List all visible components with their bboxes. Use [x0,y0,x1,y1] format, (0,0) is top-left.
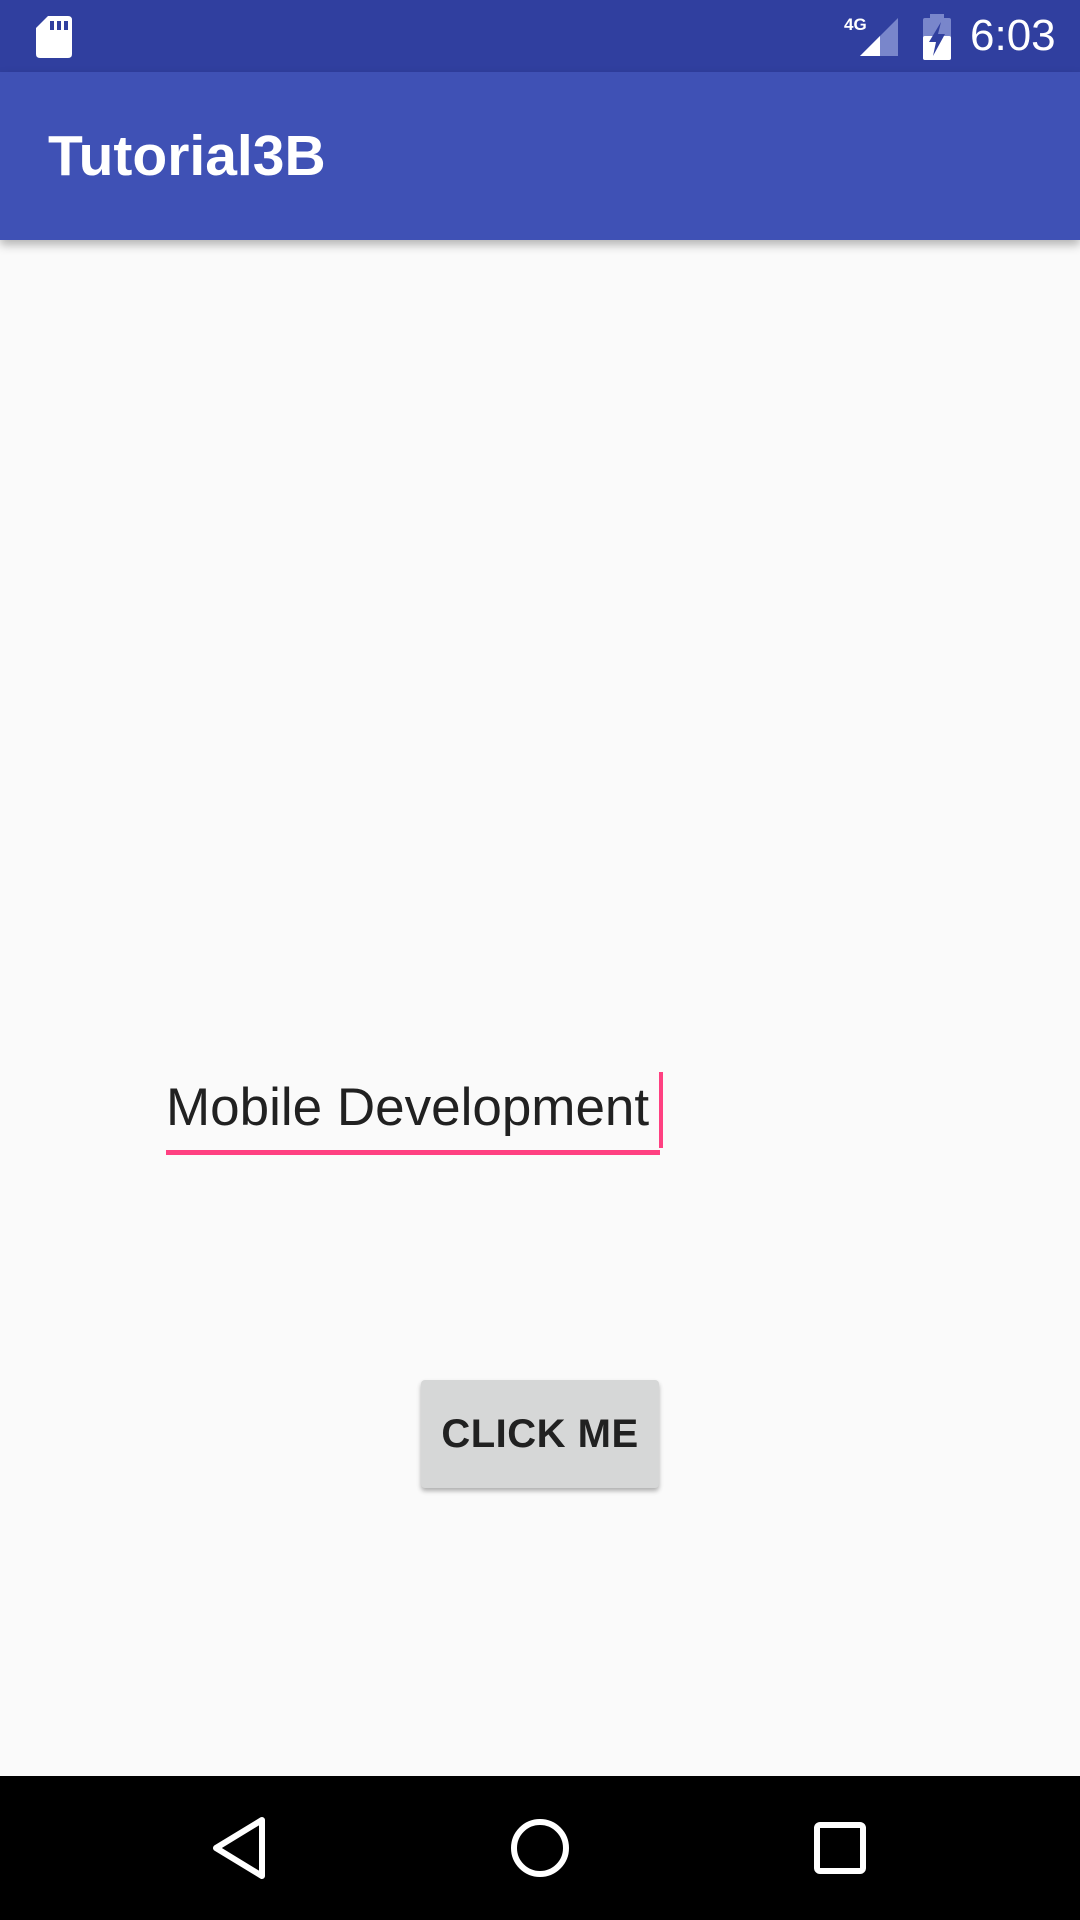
sd-card-icon [36,16,72,58]
status-bar: 4G 6:03 [0,0,1080,72]
input-underline [166,1150,660,1155]
status-clock: 6:03 [970,11,1056,60]
click-me-button[interactable]: CLICK ME [421,1380,659,1488]
text-cursor [659,1072,663,1148]
home-icon[interactable] [502,1810,578,1886]
text-input-field[interactable]: Mobile Development [166,1064,663,1156]
cell-signal-icon: 4G [844,15,898,56]
text-input-value[interactable]: Mobile Development [166,1074,649,1142]
app-title: Tutorial3B [48,124,326,188]
navigation-bar [0,1776,1080,1920]
recents-icon[interactable] [802,1810,878,1886]
back-icon[interactable] [202,1810,278,1886]
app-bar: Tutorial3B [0,72,1080,240]
battery-charging-icon [923,14,951,60]
network-type-label: 4G [844,15,867,34]
main-content [0,240,1080,1776]
